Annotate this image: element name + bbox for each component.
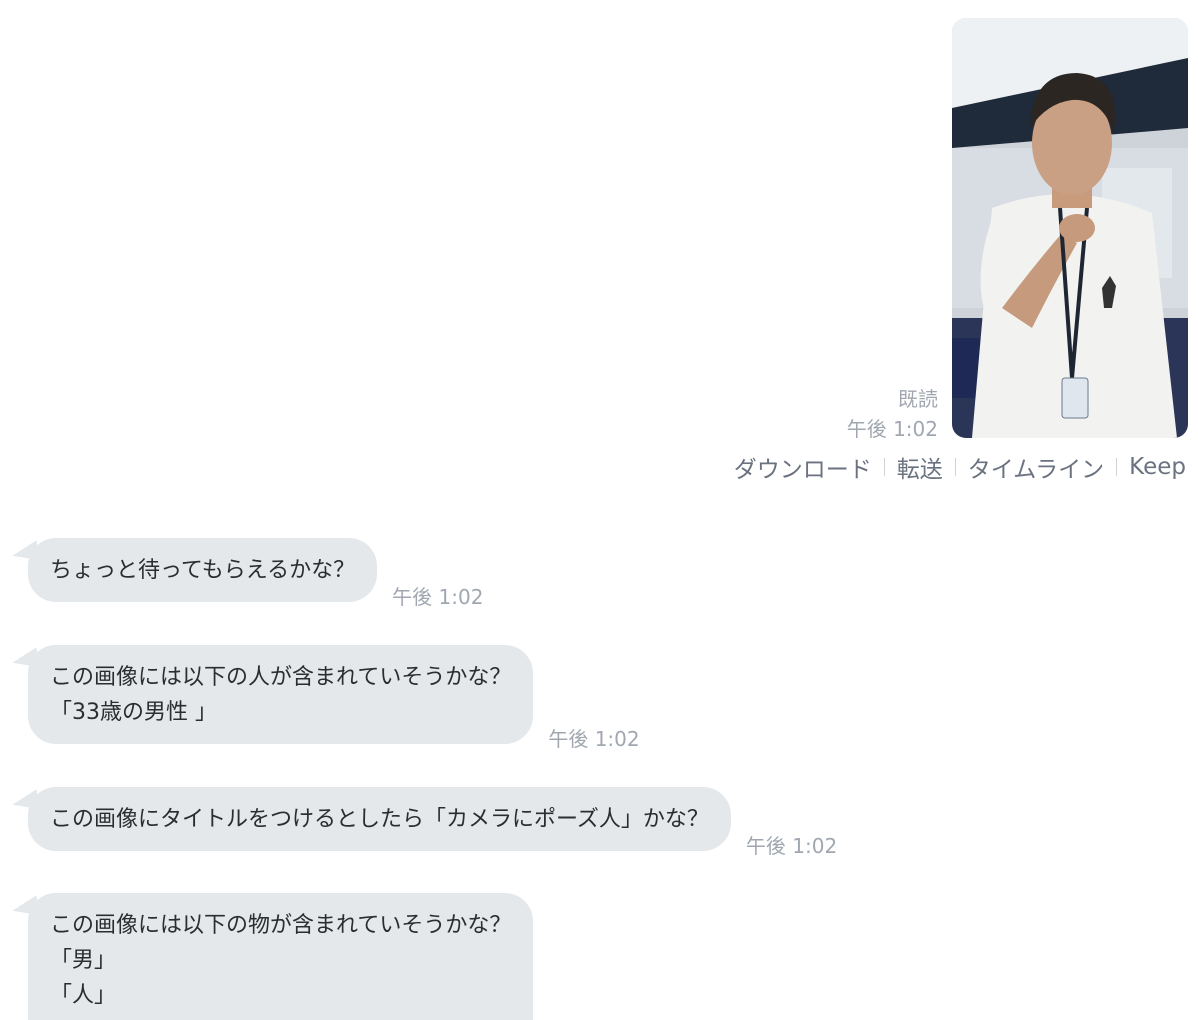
action-divider xyxy=(954,458,956,476)
received-message: ちょっと待ってもらえるかな？ 午後 1:02 xyxy=(28,538,483,609)
received-message: この画像には以下の物が含まれていそうかな？ 「男」 「人」 xyxy=(28,893,534,1020)
received-message: この画像には以下の人が含まれていそうかな？ 「33歳の男性 」 午後 1:02 xyxy=(28,645,640,751)
message-bubble[interactable]: ちょっと待ってもらえるかな？ xyxy=(28,538,378,602)
message-time: 午後 1:02 xyxy=(745,834,838,858)
sent-message-meta: 既読 午後 1:02 xyxy=(847,384,938,444)
message-bubble[interactable]: この画像には以下の物が含まれていそうかな？ 「男」 「人」 xyxy=(28,893,534,1020)
message-time: 午後 1:02 xyxy=(392,585,484,609)
message-text: 「男」 xyxy=(50,948,117,973)
download-link[interactable]: ダウンロード xyxy=(734,450,872,484)
message-text: この画像にタイトルをつけるとしたら「カメラにポーズ人」かな？ xyxy=(50,807,709,832)
keep-link[interactable]: Keep xyxy=(1129,454,1186,480)
received-message: この画像にタイトルをつけるとしたら「カメラにポーズ人」かな？ 午後 1:02 xyxy=(28,787,837,858)
read-receipt: 既読 xyxy=(898,387,938,411)
message-text: この画像には以下の物が含まれていそうかな？ xyxy=(50,913,512,938)
message-text: この画像には以下の人が含まれていそうかな？ xyxy=(50,665,512,690)
action-divider xyxy=(883,458,885,476)
photo-image xyxy=(952,18,1188,438)
message-bubble[interactable]: この画像には以下の人が含まれていそうかな？ 「33歳の男性 」 xyxy=(28,645,534,744)
action-divider xyxy=(1116,458,1118,476)
message-text: 「33歳の男性 」 xyxy=(50,700,217,725)
photo-action-bar: ダウンロード 転送 タイムライン Keep xyxy=(734,450,1186,484)
forward-link[interactable]: 転送 xyxy=(897,450,943,484)
sent-photo[interactable] xyxy=(952,18,1188,438)
message-text: ちょっと待ってもらえるかな？ xyxy=(50,558,356,583)
sent-message-time: 午後 1:02 xyxy=(846,417,938,441)
message-time: 午後 1:02 xyxy=(548,727,640,751)
message-bubble[interactable]: この画像にタイトルをつけるとしたら「カメラにポーズ人」かな？ xyxy=(28,787,731,851)
timeline-link[interactable]: タイムライン xyxy=(968,450,1104,484)
message-text: 「人」 xyxy=(50,983,117,1008)
chat-view: 既読 午後 1:02 ダウンロード 転送 タイムライン Keep ちょっと待って… xyxy=(0,0,1198,1020)
